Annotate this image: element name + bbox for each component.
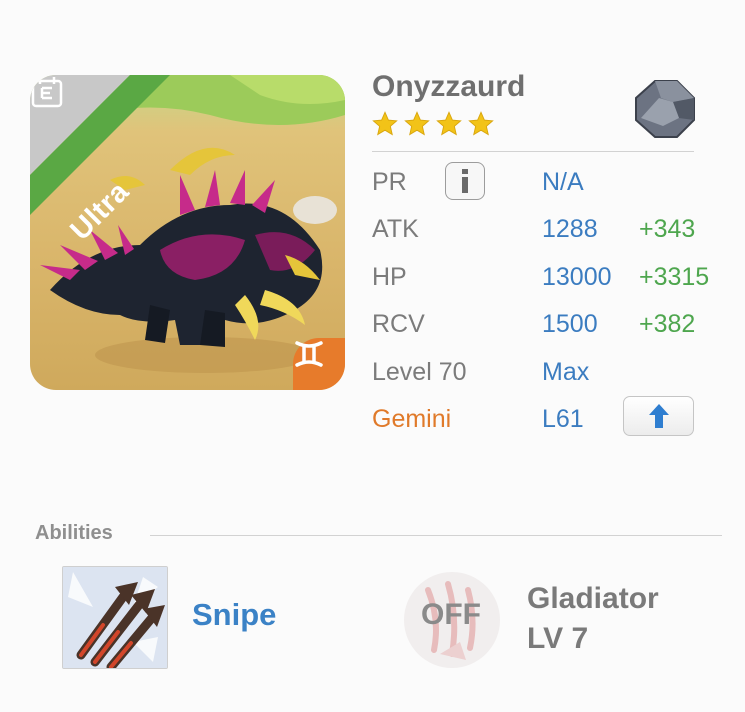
- stat-value-zodiac: L61: [542, 405, 584, 433]
- stat-row-level: Level 70 Max: [372, 356, 589, 388]
- star-icon: [372, 111, 398, 136]
- star-icon: [468, 111, 494, 136]
- zodiac-badge: [293, 338, 345, 390]
- ability-secondary-level: LV 7: [527, 622, 589, 655]
- ability-primary-name[interactable]: Snipe: [192, 597, 276, 633]
- stat-value-rcv: 1500: [542, 310, 598, 338]
- stat-label-atk: ATK: [372, 215, 419, 243]
- monster-portrait[interactable]: Ultra: [30, 75, 345, 390]
- stat-row-rcv: RCV 1500 +382: [372, 308, 695, 340]
- header-divider: [372, 151, 694, 152]
- star-icon: [436, 111, 462, 136]
- ability-snipe-icon-tile[interactable]: [62, 566, 168, 669]
- stat-row-zodiac: Gemini L61: [372, 403, 584, 435]
- stat-value-pr: N/A: [542, 168, 584, 196]
- star-icon: [404, 111, 430, 136]
- stat-row-hp: HP 13000 +3315: [372, 261, 709, 293]
- dark-stone-icon[interactable]: [633, 78, 697, 140]
- calendar-icon: [31, 77, 63, 108]
- stat-label-level: Level 70: [372, 358, 467, 386]
- arrow-up-icon: [648, 404, 669, 428]
- stat-value-hp: 13000: [542, 263, 612, 291]
- abilities-section-label: Abilities: [35, 522, 113, 544]
- stat-bonus-atk: +343: [639, 215, 696, 243]
- stat-bonus-rcv: +382: [639, 310, 696, 338]
- triple-arrow-icon: [63, 567, 167, 668]
- stat-value-atk: 1288: [542, 215, 598, 243]
- monster-name: Onyzzaurd: [372, 70, 526, 103]
- star-rating: [371, 110, 495, 138]
- zodiac-upgrade-button[interactable]: [623, 396, 694, 436]
- stat-label-rcv: RCV: [372, 310, 425, 338]
- stat-label-hp: HP: [372, 263, 407, 291]
- stat-row-atk: ATK 1288 +343: [372, 213, 695, 245]
- stat-label-zodiac: Gemini: [372, 405, 452, 433]
- info-icon: [462, 169, 468, 193]
- stat-bonus-hp: +3315: [639, 263, 710, 291]
- stat-row-pr: PR N/A: [372, 166, 584, 198]
- stat-label-pr: PR: [372, 168, 407, 196]
- pr-info-button[interactable]: [445, 162, 485, 200]
- ability-secondary-status: OFF: [421, 598, 481, 631]
- gemini-icon: [295, 341, 323, 367]
- ability-secondary-name: Gladiator: [527, 582, 659, 615]
- abilities-divider: [150, 535, 722, 536]
- stat-value-level: Max: [542, 358, 590, 386]
